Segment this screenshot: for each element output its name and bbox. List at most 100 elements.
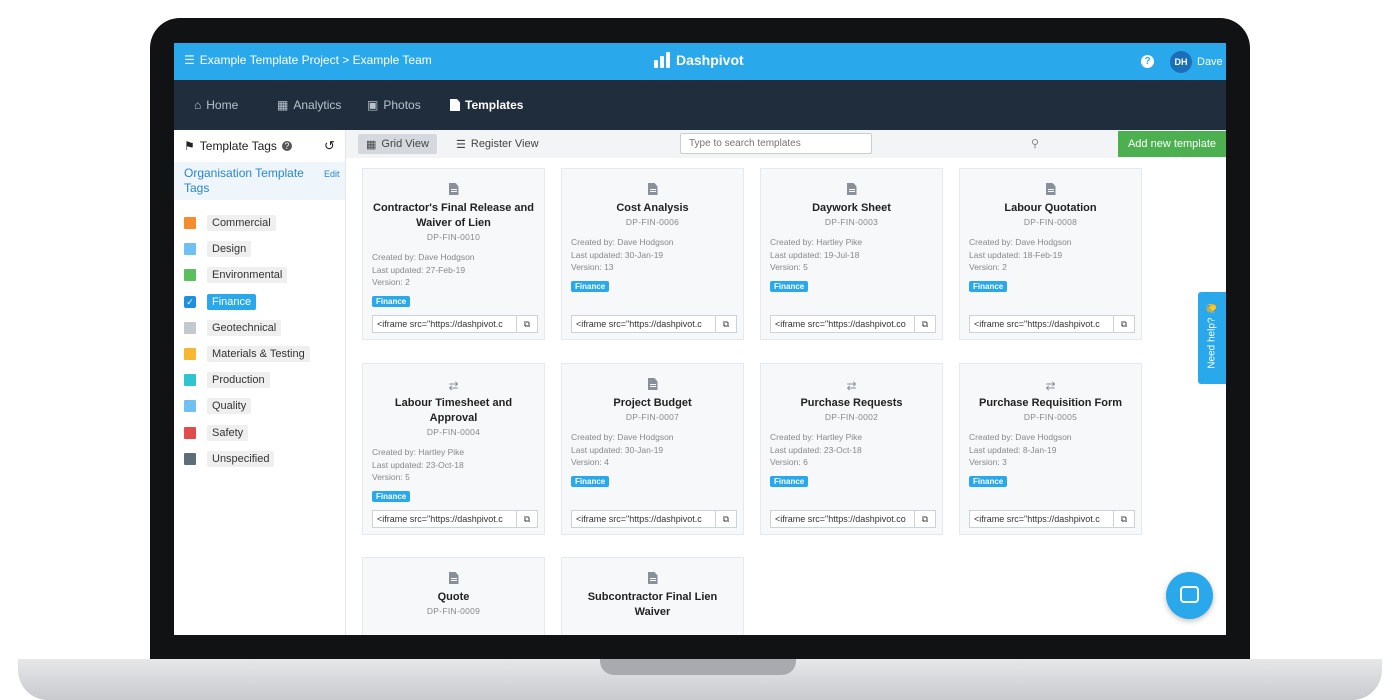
template-code: DP-FIN-0005 [1023, 412, 1078, 422]
tag-item[interactable]: Safety [184, 420, 310, 446]
nav-item-home[interactable]: ⌂ Home [194, 98, 238, 112]
document-icon [448, 572, 459, 584]
copy-icon[interactable]: ⧉ [1114, 510, 1135, 528]
template-card[interactable]: ⇄ Labour Timesheet and Approval DP-FIN-000… [362, 363, 545, 535]
embed-code-input[interactable] [372, 510, 517, 528]
nav-item-templates[interactable]: Templates [450, 98, 523, 112]
embed-code-input[interactable] [571, 510, 716, 528]
document-icon [647, 183, 658, 195]
brand-name: Dashpivot [676, 52, 744, 68]
copy-icon[interactable]: ⧉ [915, 510, 936, 528]
chat-launcher-button[interactable] [1166, 572, 1213, 619]
copy-icon[interactable]: ⧉ [517, 510, 538, 528]
tag-item[interactable]: Design [184, 236, 310, 262]
question-circle-icon[interactable]: ? [1141, 55, 1154, 68]
tag-sidebar: ⚑ Template Tags ? ↺ Organisation Templat… [174, 130, 346, 635]
template-title[interactable]: Purchase Requests [761, 396, 942, 411]
search-icon[interactable]: ⚲ [1031, 137, 1039, 150]
camera-icon: ▣ [367, 98, 379, 112]
tag-color-swatch [184, 374, 196, 387]
tag-item[interactable]: ✓ Finance [184, 289, 310, 315]
template-title[interactable]: Contractor's Final Release and Waiver of… [363, 201, 544, 231]
copy-icon[interactable]: ⧉ [716, 315, 737, 333]
template-code: DP-FIN-0010 [426, 232, 481, 242]
add-template-button[interactable]: Add new template [1118, 131, 1226, 157]
tag-label: Commercial [207, 215, 276, 232]
template-version: Version: 6 [770, 457, 808, 467]
template-last-updated: Last updated: 30-Jan-19 [571, 444, 664, 455]
template-title[interactable]: Quote [363, 590, 544, 605]
breadcrumb[interactable]: ☰ Example Template Project > Example Tea… [184, 53, 432, 67]
template-title[interactable]: Cost Analysis [562, 201, 743, 216]
embed-code-input[interactable] [770, 510, 915, 528]
copy-icon[interactable]: ⧉ [1114, 315, 1135, 333]
tag-item[interactable]: Quality [184, 393, 310, 419]
template-title[interactable]: Project Budget [562, 396, 743, 411]
avatar[interactable]: DH [1170, 51, 1192, 73]
copy-icon[interactable]: ⧉ [915, 315, 936, 333]
embed-code-field: ⧉ [571, 315, 737, 333]
template-card[interactable]: Quote DP-FIN-0009 [362, 557, 545, 635]
embed-code-input[interactable] [372, 315, 517, 333]
template-tag-badge: Finance [969, 475, 1008, 487]
tag-label: Quality [207, 398, 252, 415]
template-card[interactable]: Contractor's Final Release and Waiver of… [362, 168, 545, 340]
edit-tags-link[interactable]: Edit [324, 169, 340, 179]
grid-view-button[interactable]: ▦ Grid View [358, 134, 437, 154]
template-version: Version: 13 [571, 262, 614, 272]
template-title[interactable]: Labour Quotation [960, 201, 1141, 216]
copy-icon[interactable]: ⧉ [517, 315, 538, 333]
nav-label: Photos [383, 98, 421, 112]
template-card[interactable]: Subcontractor Final Lien Waiver [561, 557, 744, 635]
tag-color-swatch [184, 452, 196, 465]
laptop-notch [600, 659, 796, 675]
template-card[interactable]: ⇄ Purchase Requests DP-FIN-0002 Created by:… [760, 363, 943, 535]
template-code: DP-FIN-0004 [426, 427, 481, 437]
register-view-button[interactable]: ☰ Register View [448, 134, 547, 154]
nav-label: Templates [465, 98, 524, 112]
tag-item[interactable]: Unspecified [184, 446, 310, 472]
nav-item-photos[interactable]: ▣ Photos [367, 98, 421, 112]
tag-item[interactable]: Environmental [184, 262, 310, 288]
embed-code-input[interactable] [969, 510, 1114, 528]
template-title[interactable]: Subcontractor Final Lien Waiver [562, 590, 743, 620]
template-card[interactable]: ⇄ Purchase Requisition Form DP-FIN-0005 Cre… [959, 363, 1142, 535]
tag-item[interactable]: Commercial [184, 210, 310, 236]
tag-color-swatch [184, 243, 196, 256]
document-icon [647, 378, 658, 390]
tag-color-swatch [184, 217, 196, 230]
tag-label: Environmental [207, 267, 288, 284]
reset-icon[interactable]: ↺ [324, 138, 335, 154]
template-title[interactable]: Purchase Requisition Form [960, 396, 1141, 411]
top-bar: ☰ Example Template Project > Example Tea… [174, 43, 1226, 80]
embed-code-field: ⧉ [969, 510, 1135, 528]
need-help-label: Need help? 👋 [1206, 302, 1218, 369]
need-help-tab[interactable]: Need help? 👋 [1198, 292, 1226, 384]
template-tag-badge: Finance [372, 490, 411, 502]
template-version: Version: 4 [571, 457, 609, 467]
template-title[interactable]: Daywork Sheet [761, 201, 942, 216]
template-code: DP-FIN-0003 [824, 217, 879, 227]
org-template-tags: Organisation Template Tags Edit [174, 162, 345, 200]
copy-icon[interactable]: ⧉ [716, 510, 737, 528]
breadcrumb-text[interactable]: Example Template Project > Example Team [200, 53, 432, 67]
template-version: Version: 2 [969, 262, 1007, 272]
menu-icon[interactable]: ☰ [184, 53, 195, 67]
shuffle-icon: ⇄ [846, 379, 857, 393]
template-search-input[interactable] [680, 133, 872, 154]
template-title[interactable]: Labour Timesheet and Approval [363, 396, 544, 426]
template-card[interactable]: Project Budget DP-FIN-0007 Created by: Dav… [561, 363, 744, 535]
tag-item[interactable]: Production [184, 367, 310, 393]
user-name[interactable]: Dave [1197, 56, 1223, 68]
nav-item-analytics[interactable]: ▦ Analytics [277, 98, 341, 112]
embed-code-input[interactable] [571, 315, 716, 333]
embed-code-input[interactable] [969, 315, 1114, 333]
embed-code-input[interactable] [770, 315, 915, 333]
template-card[interactable]: Daywork Sheet DP-FIN-0003 Created by: Hart… [760, 168, 943, 340]
tag-color-swatch [184, 269, 196, 282]
template-card[interactable]: Labour Quotation DP-FIN-0008 Created by: D… [959, 168, 1142, 340]
template-card[interactable]: Cost Analysis DP-FIN-0006 Created by: Dave… [561, 168, 744, 340]
tag-item[interactable]: Geotechnical [184, 315, 310, 341]
tag-item[interactable]: Materials & Testing [184, 341, 310, 367]
info-icon[interactable]: ? [281, 141, 292, 151]
